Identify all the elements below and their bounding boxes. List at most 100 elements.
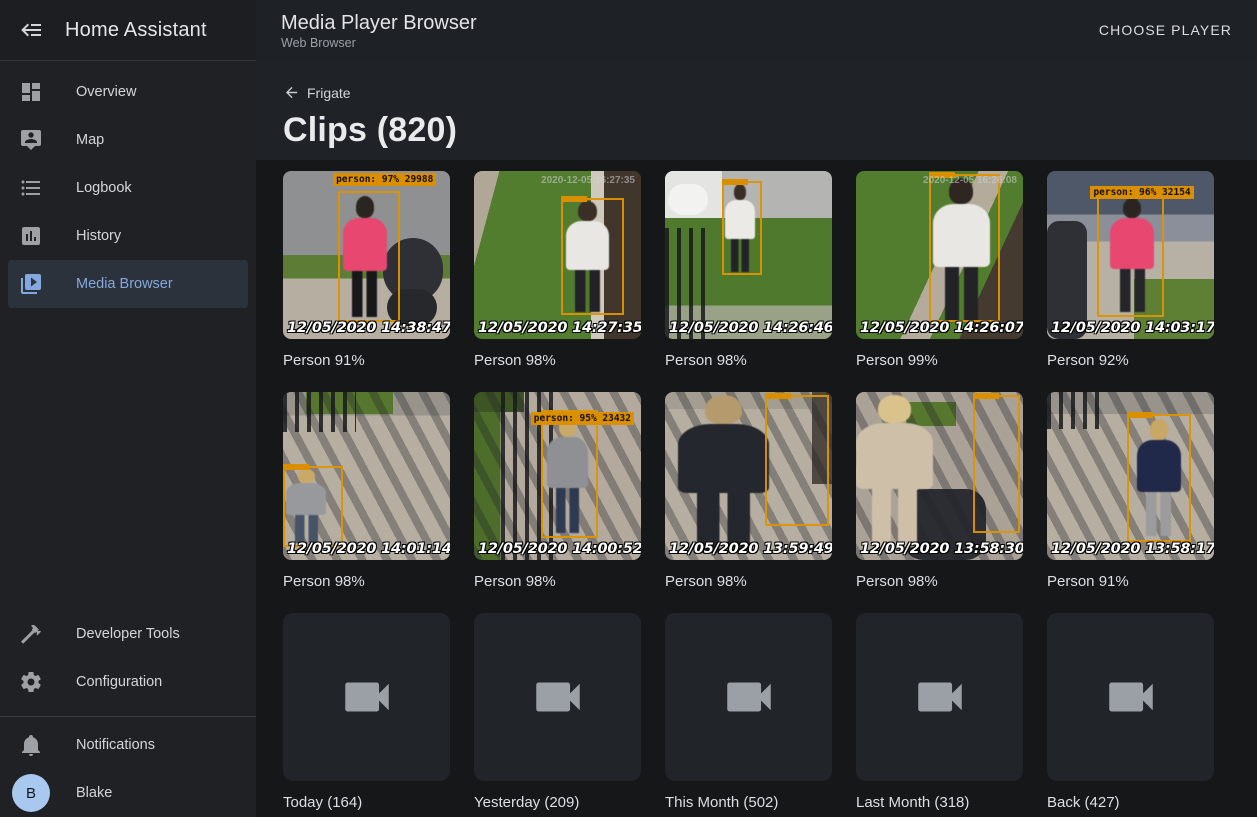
sidebar-toggle-button[interactable] (20, 18, 44, 42)
clip-thumbnail: 12/05/2020 14:01:14 (283, 392, 450, 560)
clip-card[interactable]: 12/05/2020 14:26:46 Person 98% (665, 171, 832, 369)
video-icon (529, 668, 587, 726)
clip-card[interactable]: person: 96% 3215412/05/2020 14:03:17Pers… (1047, 171, 1214, 369)
folder-label: Last Month (318) (856, 794, 1023, 811)
clip-label: Person 98% (283, 573, 450, 590)
video-icon (720, 668, 778, 726)
camera-timestamp-overlay: 2020-12-05 16:26:08 (923, 175, 1017, 186)
folder-card-this-month-502[interactable]: This Month (502) (665, 613, 832, 811)
detection-chip: person: 95% 23432 (531, 412, 634, 425)
clip-card[interactable]: 2020-12-05 16:27:35 12/05/2020 14:27:35 Pe… (474, 171, 641, 369)
avatar: B (12, 774, 50, 812)
clip-label: Person 98% (665, 352, 832, 369)
detection-bbox (561, 198, 624, 316)
sidebar-item-label: Media Browser (76, 276, 173, 292)
clip-label: Person 98% (856, 573, 1023, 590)
clip-timestamp: 12/05/2020 14:26:07 (860, 320, 1023, 336)
detection-bbox (338, 191, 400, 322)
detection-chip-mini (973, 393, 999, 399)
clip-card[interactable]: 12/05/2020 13:58:30Person 98% (856, 392, 1023, 590)
content-header: Frigate Clips (820) (256, 60, 1257, 160)
folder-card-yesterday-209[interactable]: Yesterday (209) (474, 613, 641, 811)
breadcrumb-label: Frigate (307, 85, 351, 101)
sidebar-item-label: Configuration (76, 674, 162, 690)
clip-timestamp: 12/05/2020 14:27:35 (478, 320, 641, 336)
video-icon (1102, 668, 1160, 726)
clip-card[interactable]: person: 95% 23432 12/05/2020 14:00:52 Pers… (474, 392, 641, 590)
clip-label: Person 98% (474, 573, 641, 590)
detection-bbox (765, 395, 828, 526)
backburger-icon (20, 18, 44, 42)
arrow-left-icon (283, 84, 300, 101)
folder-thumbnail (474, 613, 641, 781)
sidebar-item-configuration[interactable]: Configuration (0, 658, 256, 706)
sidebar-item-overview[interactable]: Overview (0, 68, 256, 116)
folder-card-back-427[interactable]: Back (427) (1047, 613, 1214, 811)
clip-card[interactable]: 2020-12-05 16:26:0812/05/2020 14:26:07Pe… (856, 171, 1023, 369)
detection-bbox (973, 395, 1020, 533)
sidebar-item-label: Overview (76, 84, 136, 100)
clip-card[interactable]: person: 97% 2998812/05/2020 14:38:47Pers… (283, 171, 450, 369)
clip-thumbnail: 2020-12-05 16:27:35 12/05/2020 14:27:35 (474, 171, 641, 339)
clip-timestamp: 12/05/2020 14:03:17 (1051, 320, 1214, 336)
clip-thumbnail: 12/05/2020 13:59:49 (665, 392, 832, 560)
history-icon (19, 224, 43, 248)
folder-label: Today (164) (283, 794, 450, 811)
clip-timestamp: 12/05/2020 14:00:52 (478, 541, 641, 557)
detection-chip-mini (283, 464, 309, 470)
folder-label: Back (427) (1047, 794, 1214, 811)
choose-player-button[interactable]: CHOOSE PLAYER (1091, 14, 1240, 46)
sidebar-item-history[interactable]: History (0, 212, 256, 260)
panel-subtitle: Web Browser (281, 36, 477, 50)
sidebar-item-label: Developer Tools (76, 626, 180, 642)
clip-card[interactable]: 12/05/2020 13:59:49 Person 98% (665, 392, 832, 590)
clip-thumbnail: person: 95% 23432 12/05/2020 14:00:52 (474, 392, 641, 560)
camera-timestamp-overlay: 2020-12-05 16:27:35 (541, 175, 635, 186)
dashboard-icon (19, 80, 43, 104)
detection-bbox (1127, 414, 1190, 542)
panel-titles: Media Player Browser Web Browser (256, 11, 477, 50)
sidebar-item-media-browser[interactable]: Media Browser (8, 260, 248, 308)
notifications-icon (19, 733, 43, 757)
media-grid: person: 97% 2998812/05/2020 14:38:47 Pers… (256, 160, 1257, 817)
user-name: Blake (76, 785, 112, 801)
sidebar-item-logbook[interactable]: Logbook (0, 164, 256, 212)
detection-bbox (283, 466, 343, 547)
figure-torso (856, 423, 933, 490)
developer-tools-icon (19, 622, 43, 646)
folder-thumbnail (856, 613, 1023, 781)
figure-legs (872, 489, 917, 546)
media-browser-icon (19, 272, 43, 296)
clip-timestamp: 12/05/2020 14:01:14 (287, 541, 450, 557)
map-icon (19, 128, 43, 152)
sidebar-item-user[interactable]: B Blake (0, 769, 256, 817)
detection-chip-mini (722, 179, 748, 185)
clip-label: Person 98% (665, 573, 832, 590)
detection-chip-mini (765, 393, 791, 399)
clip-thumbnail: 12/05/2020 14:26:46 (665, 171, 832, 339)
clip-label: Person 98% (474, 352, 641, 369)
page-title: Clips (820) (283, 111, 1257, 150)
video-icon (911, 668, 969, 726)
detection-chip-mini (1127, 412, 1153, 418)
detection-bbox (1097, 193, 1164, 317)
sidebar-item-map[interactable]: Map (0, 116, 256, 164)
fence-bars (283, 392, 356, 432)
detection-bbox (929, 174, 999, 322)
breadcrumb-back[interactable]: Frigate (283, 84, 351, 101)
clip-timestamp: 12/05/2020 13:59:49 (669, 541, 832, 557)
sidebar-spacer (0, 308, 256, 610)
clip-card[interactable]: 12/05/2020 14:01:14 Person 98% (283, 392, 450, 590)
sidebar-item-label: History (76, 228, 121, 244)
panel-header: Media Player Browser Web Browser CHOOSE … (256, 0, 1257, 60)
clip-timestamp: 12/05/2020 14:26:46 (669, 320, 832, 336)
sidebar: Overview MapLogbook History Media Browser De… (0, 60, 256, 817)
clip-thumbnail: person: 97% 2998812/05/2020 14:38:47 (283, 171, 450, 339)
folder-card-last-month-318[interactable]: Last Month (318) (856, 613, 1023, 811)
sidebar-item-developer-tools[interactable]: Developer Tools (0, 610, 256, 658)
sidebar-item-notifications[interactable]: Notifications (0, 721, 256, 769)
folder-card-today-164[interactable]: Today (164) (283, 613, 450, 811)
clip-card[interactable]: 12/05/2020 13:58:17Person 91% (1047, 392, 1214, 590)
figure-torso (678, 424, 768, 493)
sidebar-divider (0, 716, 256, 717)
